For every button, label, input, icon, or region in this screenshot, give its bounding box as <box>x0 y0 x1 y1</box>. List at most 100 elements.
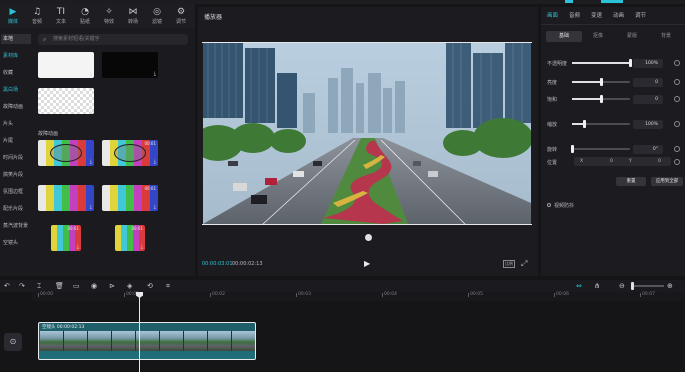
play-button[interactable]: ▶ <box>364 259 370 268</box>
keyframe-icon[interactable] <box>674 159 680 165</box>
apply-all-button[interactable]: 应用到全部 <box>651 177 683 186</box>
crop-icon[interactable]: ⌗ <box>166 280 170 292</box>
media-thumb[interactable]: ⤓ <box>38 185 94 211</box>
slider-handle[interactable] <box>600 78 603 86</box>
tool-audio[interactable]: ♫ 音频 <box>26 6 48 28</box>
inspector-subtab[interactable]: 抠像 <box>580 31 616 42</box>
fullscreen-icon[interactable]: ⤢ <box>521 259 527 269</box>
record-icon[interactable]: ◉ <box>91 280 97 292</box>
download-icon[interactable]: ⤓ <box>141 244 143 250</box>
download-icon[interactable]: ⤓ <box>90 159 92 165</box>
sidebar-item[interactable]: 空镜头 <box>1 238 31 248</box>
keyframe-icon[interactable] <box>674 79 680 85</box>
sidebar-item[interactable]: 片尾 <box>1 136 31 146</box>
inspector-tab[interactable]: 调节 <box>635 11 646 19</box>
property-slider[interactable] <box>572 59 632 67</box>
property-value[interactable]: 0 <box>633 78 663 87</box>
media-thumb[interactable]: ⤓ <box>102 52 158 78</box>
ratio-button[interactable]: 比例 <box>503 260 515 268</box>
inspector-subtab[interactable]: 蒙版 <box>614 31 650 42</box>
sidebar-item[interactable]: 氛围边框 <box>1 187 31 197</box>
delete-icon[interactable]: 🗑 <box>55 280 64 292</box>
download-icon[interactable]: ⤓ <box>90 107 92 113</box>
tool-media[interactable]: ▶ 媒体 <box>2 6 24 28</box>
rotate-handle[interactable] <box>365 234 372 241</box>
tool-text[interactable]: TI 文本 <box>50 6 72 28</box>
cover-icon[interactable]: ⊙ <box>4 333 22 351</box>
inspector-subtab[interactable]: 基础 <box>546 31 582 42</box>
zoom-slider[interactable] <box>632 285 664 287</box>
zoom-slider-handle[interactable] <box>631 282 634 290</box>
tool-filter[interactable]: ◎ 滤镜 <box>146 6 168 28</box>
export-button-edge[interactable] <box>601 0 623 3</box>
property-value[interactable]: 100% <box>633 59 663 68</box>
tool-effects[interactable]: ✧ 特效 <box>98 6 120 28</box>
sidebar-item[interactable]: 收藏 <box>1 68 31 78</box>
property-value[interactable]: 100% <box>633 120 663 129</box>
time-ruler[interactable]: 00:00 00:01 00:02 00:03 00:04 00:05 00:06 00:07 <box>32 292 685 301</box>
playhead[interactable] <box>139 292 140 372</box>
freeze-icon[interactable]: ▭ <box>73 280 80 292</box>
inspector-tab[interactable]: 动画 <box>613 11 624 19</box>
slider-handle[interactable] <box>629 59 632 67</box>
reset-button[interactable]: 重置 <box>616 177 646 186</box>
keyframe-icon[interactable] <box>674 60 680 66</box>
reverse-icon[interactable]: ⊳ <box>109 280 115 292</box>
video-preview[interactable] <box>203 43 531 224</box>
zoom-out-icon[interactable]: ⊖ <box>619 280 625 292</box>
pos-y-value[interactable]: 0 <box>658 157 661 166</box>
sidebar-item[interactable]: 本地 <box>1 34 31 44</box>
sidebar-item[interactable]: 黑白场 <box>1 85 31 95</box>
undo-icon[interactable]: ↶ <box>4 280 10 292</box>
download-icon[interactable]: ⤓ <box>90 71 92 77</box>
sidebar-item[interactable]: 时间片段 <box>1 153 31 163</box>
property-value[interactable]: 0° <box>633 145 663 154</box>
property-value[interactable]: 0 <box>633 95 663 104</box>
property-slider[interactable] <box>571 145 630 153</box>
radio-icon[interactable] <box>547 203 551 207</box>
inspector-tab[interactable]: 变速 <box>591 11 602 19</box>
media-thumb[interactable]: 00:01 ⤓ <box>51 225 81 251</box>
media-thumb[interactable]: ⤓ <box>38 140 94 166</box>
snap-icon[interactable]: ⇔ <box>576 280 582 292</box>
link-icon[interactable]: ⋔ <box>594 280 600 292</box>
slider-handle[interactable] <box>582 120 586 128</box>
split-icon[interactable]: ⌶ <box>37 280 41 292</box>
inspector-tab[interactable]: 音频 <box>569 11 580 19</box>
rotate-icon[interactable]: ⟲ <box>147 280 153 292</box>
keyframe-icon[interactable] <box>674 121 680 127</box>
media-thumb[interactable]: 00:01 ⤓ <box>102 185 158 211</box>
mirror-icon[interactable]: ◈ <box>127 280 132 292</box>
position-field[interactable]: X 0 Y 0 <box>574 157 671 166</box>
download-icon[interactable]: ⤓ <box>154 204 156 210</box>
download-icon[interactable]: ⤓ <box>154 159 156 165</box>
download-icon[interactable]: ⤓ <box>154 71 156 77</box>
media-thumb[interactable]: ⤓ <box>38 88 94 114</box>
sidebar-item[interactable]: 蒸汽波背景 <box>1 221 31 231</box>
sidebar-item[interactable]: 故障动画 <box>1 102 31 112</box>
slider-handle[interactable] <box>571 145 574 153</box>
sidebar-item[interactable]: 配乐片段 <box>1 204 31 214</box>
keyframe-icon[interactable] <box>674 96 680 102</box>
pos-x-value[interactable]: 0 <box>610 157 613 166</box>
download-icon[interactable]: ⤓ <box>77 244 79 250</box>
property-slider[interactable] <box>572 78 630 86</box>
tool-sticker[interactable]: ◔ 贴纸 <box>74 6 96 28</box>
inspector-tab[interactable]: 画面 <box>547 11 558 19</box>
keyframe-icon[interactable] <box>674 146 680 152</box>
sidebar-item[interactable]: 片头 <box>1 119 31 129</box>
search-input[interactable]: ⌕ 搜索素材短语/关键字 <box>38 34 188 45</box>
media-thumb[interactable]: 00:01 ⤓ <box>102 140 158 166</box>
zoom-in-icon[interactable]: ⊕ <box>667 280 673 292</box>
download-icon[interactable]: ⤓ <box>90 204 92 210</box>
redo-icon[interactable]: ↷ <box>19 280 25 292</box>
video-clip[interactable]: 空镜头 00:00:02:13 <box>38 322 256 360</box>
inspector-subtab[interactable]: 背景 <box>648 31 684 42</box>
sidebar-item[interactable]: 素材库 <box>1 51 31 61</box>
tool-adjust[interactable]: ⚙ 调节 <box>170 6 192 28</box>
slider-handle[interactable] <box>600 95 603 103</box>
tool-transition[interactable]: ⋈ 转场 <box>122 6 144 28</box>
sidebar-item[interactable]: 搞笑片段 <box>1 170 31 180</box>
property-slider[interactable] <box>572 95 630 103</box>
media-thumb[interactable]: 00:01 ⤓ <box>115 225 145 251</box>
